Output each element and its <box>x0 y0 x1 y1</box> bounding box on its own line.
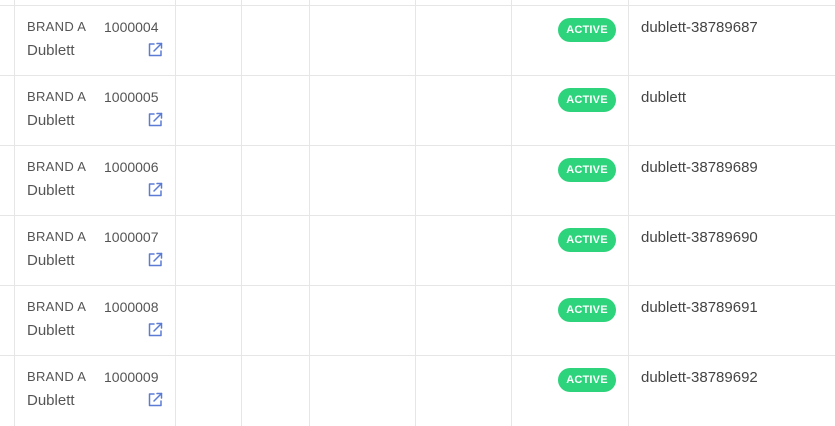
status-badge: ACTIVE <box>558 88 616 112</box>
column-divider <box>309 216 310 286</box>
column-divider <box>175 76 176 146</box>
status-badge: ACTIVE <box>558 228 616 252</box>
table-row[interactable]: BRAND A Dublett 1000004 ACTIVE dublett-3… <box>0 5 835 76</box>
column-divider <box>415 146 416 216</box>
column-divider <box>175 356 176 426</box>
brand-label: BRAND A <box>27 369 87 384</box>
column-divider <box>511 286 512 356</box>
column-divider <box>415 6 416 76</box>
column-divider <box>628 6 629 76</box>
column-divider <box>511 6 512 76</box>
external-link-icon[interactable] <box>146 41 164 59</box>
column-divider <box>175 6 176 76</box>
column-divider <box>628 216 629 286</box>
column-divider <box>628 76 629 146</box>
column-divider <box>309 286 310 356</box>
column-divider <box>628 356 629 426</box>
external-link-icon[interactable] <box>146 321 164 339</box>
column-divider <box>628 286 629 356</box>
table-row[interactable]: BRAND A Dublett 1000009 ACTIVE dublett-3… <box>0 355 835 426</box>
product-handle: dublett-38789689 <box>641 159 758 176</box>
brand-label: BRAND A <box>27 159 87 174</box>
status-badge: ACTIVE <box>558 368 616 392</box>
product-name: Dublett <box>27 182 75 199</box>
product-name: Dublett <box>27 252 75 269</box>
external-link-icon[interactable] <box>146 251 164 269</box>
table-top-edge <box>0 0 835 5</box>
column-divider <box>241 76 242 146</box>
product-sku: 1000008 <box>104 299 159 315</box>
column-divider <box>511 76 512 146</box>
product-sku: 1000006 <box>104 159 159 175</box>
product-handle: dublett-38789687 <box>641 19 758 36</box>
column-divider <box>241 216 242 286</box>
column-divider <box>241 6 242 76</box>
product-sku: 1000004 <box>104 19 159 35</box>
table-row[interactable]: BRAND A Dublett 1000005 ACTIVE dublett <box>0 75 835 146</box>
product-handle: dublett-38789691 <box>641 299 758 316</box>
column-divider <box>241 356 242 426</box>
external-link-icon[interactable] <box>146 111 164 129</box>
column-divider <box>415 356 416 426</box>
product-sku: 1000005 <box>104 89 159 105</box>
external-link-icon[interactable] <box>146 181 164 199</box>
product-handle: dublett-38789692 <box>641 369 758 386</box>
column-divider <box>14 356 15 426</box>
table-row[interactable]: BRAND A Dublett 1000007 ACTIVE dublett-3… <box>0 215 835 286</box>
product-name: Dublett <box>27 392 75 409</box>
product-sku: 1000009 <box>104 369 159 385</box>
column-divider <box>309 6 310 76</box>
column-divider <box>175 0 176 5</box>
column-divider <box>415 216 416 286</box>
column-divider <box>14 6 15 76</box>
column-divider <box>309 76 310 146</box>
column-divider <box>309 146 310 216</box>
table-row[interactable]: BRAND A Dublett 1000006 ACTIVE dublett-3… <box>0 145 835 216</box>
product-handle: dublett <box>641 89 687 106</box>
column-divider <box>511 146 512 216</box>
product-name: Dublett <box>27 322 75 339</box>
product-sku: 1000007 <box>104 229 159 245</box>
column-divider <box>175 286 176 356</box>
product-name: Dublett <box>27 112 75 129</box>
column-divider <box>309 0 310 5</box>
status-badge: ACTIVE <box>558 158 616 182</box>
brand-label: BRAND A <box>27 89 87 104</box>
column-divider <box>628 0 629 5</box>
brand-label: BRAND A <box>27 299 87 314</box>
column-divider <box>511 356 512 426</box>
table-row[interactable]: BRAND A Dublett 1000008 ACTIVE dublett-3… <box>0 285 835 356</box>
column-divider <box>309 356 310 426</box>
column-divider <box>175 146 176 216</box>
column-divider <box>415 0 416 5</box>
column-divider <box>241 286 242 356</box>
column-divider <box>511 216 512 286</box>
column-divider <box>175 216 176 286</box>
column-divider <box>14 146 15 216</box>
product-table: BRAND A Dublett 1000004 ACTIVE dublett-3… <box>0 0 835 426</box>
product-name: Dublett <box>27 42 75 59</box>
brand-label: BRAND A <box>27 229 87 244</box>
brand-label: BRAND A <box>27 19 87 34</box>
product-handle: dublett-38789690 <box>641 229 758 246</box>
column-divider <box>14 286 15 356</box>
column-divider <box>415 76 416 146</box>
column-divider <box>14 76 15 146</box>
column-divider <box>415 286 416 356</box>
external-link-icon[interactable] <box>146 391 164 409</box>
column-divider <box>14 0 15 5</box>
column-divider <box>241 146 242 216</box>
column-divider <box>241 0 242 5</box>
status-badge: ACTIVE <box>558 18 616 42</box>
column-divider <box>511 0 512 5</box>
column-divider <box>14 216 15 286</box>
column-divider <box>628 146 629 216</box>
status-badge: ACTIVE <box>558 298 616 322</box>
